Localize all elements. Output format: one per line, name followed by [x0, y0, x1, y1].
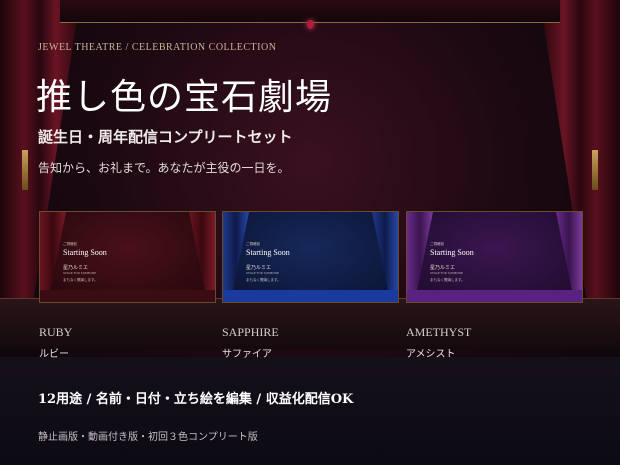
- card-curtain-right: [372, 212, 398, 302]
- card-stage-floor: [40, 290, 215, 302]
- tassel-icon: [592, 150, 598, 190]
- feature-summary: 12用途 / 名前・日付・立ち絵を編集 / 収益化配信OK: [38, 392, 354, 407]
- gem-label-sapphire-ja: サファイア: [222, 349, 272, 360]
- card-screen-message: まもなく開演します。: [246, 278, 281, 282]
- gem-label-amethyst: AMETHYST: [406, 325, 472, 339]
- preview-card-sapphire[interactable]: ご視聴前 Starting Soon 星乃ルミエ STAGE FOR SOMEO…: [222, 211, 399, 303]
- card-screen-message: まもなく開演します。: [430, 278, 465, 282]
- stage-page: JEWEL THEATRE / CELEBRATION COLLECTION 推…: [0, 0, 620, 465]
- card-stage-floor: [223, 290, 398, 302]
- gem-label-ruby: RUBY: [39, 325, 73, 339]
- card-screen-title: Starting Soon: [246, 248, 290, 257]
- card-curtain-left: [40, 212, 66, 302]
- card-screen-name: 星乃ルミエ: [430, 265, 456, 271]
- card-screen-sub: STAGE FOR SOMEONE: [246, 271, 280, 275]
- card-stage-floor: [407, 290, 582, 302]
- gem-label-ruby-ja: ルビー: [39, 349, 69, 360]
- page-title: 推し色の宝石劇場: [36, 77, 333, 118]
- card-screen-name: 星乃ルミエ: [63, 265, 89, 271]
- card-curtain-right: [556, 212, 582, 302]
- bottom-panel: [0, 357, 620, 465]
- gem-label-sapphire: SAPPHIRE: [222, 325, 279, 339]
- edition-list: 静止画版・動画付き版・初回３色コンプリート版: [38, 432, 258, 443]
- page-subtitle: 誕生日・周年配信コンプリートセット: [38, 128, 293, 146]
- card-screen-message: まもなく開演します。: [63, 278, 98, 282]
- tassel-icon: [22, 150, 28, 190]
- card-curtain-left: [223, 212, 249, 302]
- preview-card-ruby[interactable]: ご視聴前 Starting Soon 星乃ルミエ STAGE FOR SOMEO…: [39, 211, 216, 303]
- card-screen-sub: STAGE FOR SOMEONE: [430, 271, 464, 275]
- card-screen-title: Starting Soon: [63, 248, 107, 257]
- card-screen-title: Starting Soon: [430, 248, 474, 257]
- card-label-top: ご視聴前: [63, 242, 77, 246]
- card-label-top: ご視聴前: [246, 242, 260, 246]
- stage-floor: [0, 298, 620, 349]
- card-label-top: ご視聴前: [430, 242, 444, 246]
- card-screen-name: 星乃ルミエ: [246, 265, 272, 271]
- eyebrow-text: JEWEL THEATRE / CELEBRATION COLLECTION: [38, 42, 277, 53]
- card-curtain-left: [407, 212, 433, 302]
- gem-label-amethyst-ja: アメシスト: [406, 349, 456, 360]
- tagline: 告知から、お礼まで。あなたが主役の一日を。: [38, 161, 290, 175]
- preview-card-amethyst[interactable]: ご視聴前 Starting Soon 星乃ルミエ STAGE FOR SOMEO…: [406, 211, 583, 303]
- card-curtain-right: [189, 212, 215, 302]
- chandelier-jewel-icon: [307, 20, 314, 29]
- card-screen-sub: STAGE FOR SOMEONE: [63, 271, 97, 275]
